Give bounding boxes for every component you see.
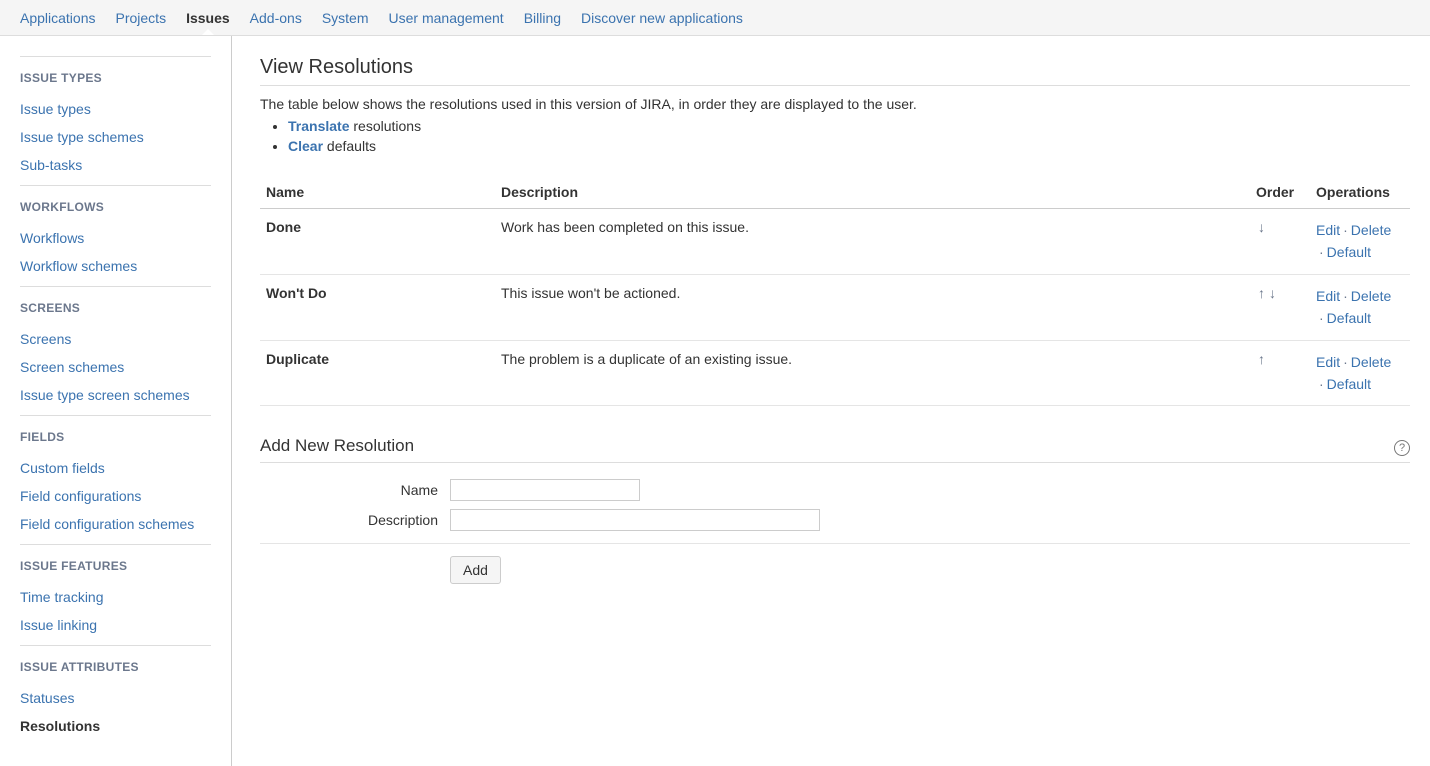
sidebar-item-issue-type-screen-schemes[interactable]: Issue type screen schemes [20,381,211,409]
topnav-item-system[interactable]: System [322,2,369,34]
col-name: Name [260,176,495,209]
sidebar-item-field-configurations[interactable]: Field configurations [20,482,211,510]
table-row: DoneWork has been completed on this issu… [260,209,1410,275]
intro-text: The table below shows the resolutions us… [260,96,1410,112]
row-description: This issue won't be actioned. [495,274,1250,340]
action-list: Translate resolutions Clear defaults [260,116,1410,156]
add-button[interactable]: Add [450,556,501,584]
row-name: Duplicate [260,340,495,406]
translate-suffix: resolutions [353,118,421,134]
delete-link[interactable]: Delete [1351,288,1391,304]
main-content: View Resolutions The table below shows t… [232,36,1430,766]
default-link[interactable]: Default [1327,310,1371,326]
row-operations: Edit·Delete·Default [1310,274,1410,340]
arrow-down-icon[interactable]: ↓ [1256,219,1267,235]
row-order: ↑↓ [1250,274,1310,340]
sidebar-item-workflows[interactable]: Workflows [20,224,211,252]
sidebar-item-issue-linking[interactable]: Issue linking [20,611,211,639]
topnav-item-user-management[interactable]: User management [389,2,504,34]
sidebar-section: WORKFLOWS WorkflowsWorkflow schemes [20,185,211,286]
sidebar-item-sub-tasks[interactable]: Sub-tasks [20,151,211,179]
row-operations: Edit·Delete·Default [1310,209,1410,275]
edit-link[interactable]: Edit [1316,222,1340,238]
add-resolution-header: Add New Resolution ? [260,436,1410,463]
topnav-item-projects[interactable]: Projects [116,2,167,34]
arrow-down-icon[interactable]: ↓ [1267,285,1278,301]
translate-link[interactable]: Translate [288,118,349,134]
topnav-item-discover-new-applications[interactable]: Discover new applications [581,2,743,34]
sidebar-section: ISSUE ATTRIBUTES StatusesResolutions [20,645,211,746]
edit-link[interactable]: Edit [1316,354,1340,370]
row-order: ↓ [1250,209,1310,275]
sidebar-item-issue-types[interactable]: Issue types [20,95,211,123]
sidebar-item-custom-fields[interactable]: Custom fields [20,454,211,482]
sidebar-heading: FIELDS [20,430,211,444]
sidebar-item-resolutions[interactable]: Resolutions [20,712,211,740]
resolutions-table: Name Description Order Operations DoneWo… [260,176,1410,406]
sidebar-heading: ISSUE TYPES [20,71,211,85]
arrow-up-icon[interactable]: ↑ [1256,285,1267,301]
add-resolution-title: Add New Resolution [260,436,414,456]
form-divider [260,543,1410,544]
default-link[interactable]: Default [1327,376,1371,392]
sidebar-item-time-tracking[interactable]: Time tracking [20,583,211,611]
clear-link[interactable]: Clear [288,138,323,154]
sidebar-heading: ISSUE ATTRIBUTES [20,660,211,674]
sidebar-heading: ISSUE FEATURES [20,559,211,573]
description-input[interactable] [450,509,820,531]
sidebar-heading: WORKFLOWS [20,200,211,214]
delete-link[interactable]: Delete [1351,222,1391,238]
name-label: Name [260,482,450,498]
sidebar-section: SCREENS ScreensScreen schemesIssue type s… [20,286,211,415]
topnav-item-add-ons[interactable]: Add-ons [250,2,302,34]
sidebar-item-issue-type-schemes[interactable]: Issue type schemes [20,123,211,151]
help-icon[interactable]: ? [1394,440,1410,456]
row-name: Done [260,209,495,275]
sidebar-section: ISSUE FEATURES Time trackingIssue linking [20,544,211,645]
sidebar-heading: SCREENS [20,301,211,315]
edit-link[interactable]: Edit [1316,288,1340,304]
sidebar-item-field-configuration-schemes[interactable]: Field configuration schemes [20,510,211,538]
sidebar-section: ISSUE TYPES Issue typesIssue type schemes… [20,56,211,185]
row-description: Work has been completed on this issue. [495,209,1250,275]
row-order: ↑ [1250,340,1310,406]
page-title: View Resolutions [260,56,1410,86]
resolutions-table-body: DoneWork has been completed on this issu… [260,209,1410,406]
sidebar-section: FIELDS Custom fieldsField configurationsF… [20,415,211,544]
topnav-item-applications[interactable]: Applications [20,2,96,34]
top-nav: Applications Projects Issues Add-ons System U… [0,0,1430,36]
table-row: Won't DoThis issue won't be actioned.↑↓E… [260,274,1410,340]
row-operations: Edit·Delete·Default [1310,340,1410,406]
topnav-item-billing[interactable]: Billing [524,2,561,34]
name-input[interactable] [450,479,640,501]
default-link[interactable]: Default [1327,244,1371,260]
description-label: Description [260,512,450,528]
topnav-item-issues[interactable]: Issues [186,2,230,34]
col-operations: Operations [1310,176,1410,209]
col-description: Description [495,176,1250,209]
delete-link[interactable]: Delete [1351,354,1391,370]
sidebar-item-statuses[interactable]: Statuses [20,684,211,712]
clear-suffix: defaults [327,138,376,154]
sidebar-item-workflow-schemes[interactable]: Workflow schemes [20,252,211,280]
col-order: Order [1250,176,1310,209]
sidebar-item-screen-schemes[interactable]: Screen schemes [20,353,211,381]
row-description: The problem is a duplicate of an existin… [495,340,1250,406]
sidebar-item-screens[interactable]: Screens [20,325,211,353]
arrow-up-icon[interactable]: ↑ [1256,351,1267,367]
sidebar: ISSUE TYPES Issue typesIssue type schemes… [0,36,232,766]
row-name: Won't Do [260,274,495,340]
table-row: DuplicateThe problem is a duplicate of a… [260,340,1410,406]
